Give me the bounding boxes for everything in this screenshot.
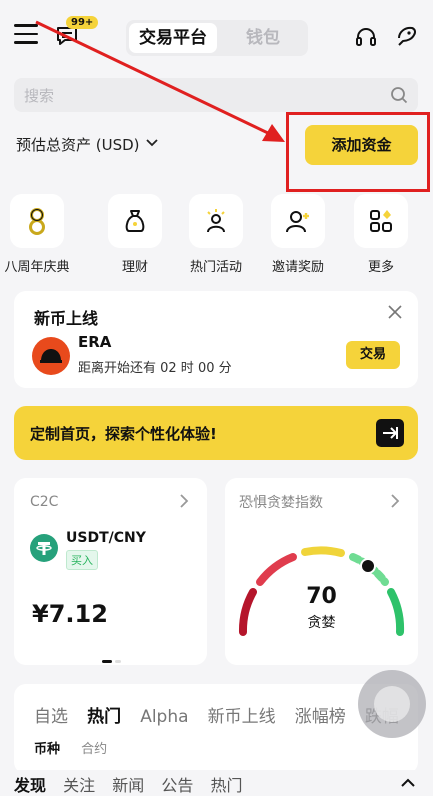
search-input[interactable]: 搜索 <box>24 85 54 106</box>
fear-greed-title: 恐惧贪婪指数 <box>239 495 323 511</box>
quick-action-label: 更多 <box>367 260 394 275</box>
quick-action-label: 理财 <box>121 260 148 275</box>
c2c-card[interactable]: C2C USDT/CNY 买入 ¥7.12 <box>14 478 207 665</box>
quick-action-finance[interactable]: 理财 <box>100 194 170 275</box>
profile-icon[interactable] <box>395 24 419 48</box>
highlight-box <box>286 112 430 192</box>
market-tabs: 自选 热门 Alpha 新币上线 涨幅榜 跌幅 <box>34 702 413 727</box>
menu-icon[interactable] <box>14 24 38 46</box>
chevron-down-icon[interactable] <box>146 138 158 148</box>
tab-favorites[interactable]: 自选 <box>34 707 68 727</box>
quick-action-invite[interactable]: 邀请奖励 <box>263 194 333 275</box>
sub-tab-coins[interactable]: 币种 <box>34 742 60 757</box>
era-logo-icon <box>32 337 70 375</box>
tab-following[interactable]: 关注 <box>63 776 95 795</box>
chevron-up-icon[interactable] <box>401 778 415 788</box>
market-card: 自选 热门 Alpha 新币上线 涨幅榜 跌幅 币种 合约 <box>14 684 418 774</box>
quick-action-hot-activity[interactable]: 热门活动 <box>181 194 251 275</box>
quick-action-more[interactable]: 更多 <box>346 194 416 275</box>
new-coin-card: 新币上线 ERA 距离开始还有 02 时 00 分 交易 <box>14 291 418 388</box>
customize-banner[interactable]: 定制首页，探索个性化体验! <box>14 406 418 460</box>
feed-tab-bar: 发现 关注 新闻 公告 热门 <box>0 770 433 796</box>
new-coin-title: 新币上线 <box>34 309 99 328</box>
carousel-indicator <box>102 648 124 667</box>
quick-action-anniversary[interactable]: 八周年庆典 <box>2 194 72 275</box>
top-header: 99+ 交易平台 钱包 <box>0 0 433 76</box>
notification-badge: 99+ <box>66 16 99 29</box>
fear-greed-value: 70 <box>306 584 337 609</box>
c2c-price: ¥7.12 <box>32 600 108 628</box>
floating-assistive-button[interactable] <box>358 670 426 738</box>
search-icon[interactable] <box>390 86 408 104</box>
grid-more-icon <box>370 210 392 232</box>
money-bag-icon <box>125 210 145 232</box>
trade-button[interactable]: 交易 <box>346 341 400 369</box>
close-icon[interactable] <box>388 305 402 319</box>
tab-gainers[interactable]: 涨幅榜 <box>295 707 346 727</box>
tab-hot[interactable]: 热门 <box>87 707 121 727</box>
fear-greed-card[interactable]: 恐惧贪婪指数 70 贪婪 <box>225 478 418 665</box>
estimated-assets-label[interactable]: 预估总资产 (USD) <box>16 134 140 155</box>
market-sub-tabs: 币种 合约 <box>34 738 123 757</box>
banner-text: 定制首页，探索个性化体验! <box>30 425 217 443</box>
sub-tab-futures[interactable]: 合约 <box>81 742 107 757</box>
c2c-title: C2C <box>30 494 59 510</box>
tab-news[interactable]: 新闻 <box>112 776 144 795</box>
usdt-icon <box>30 534 58 562</box>
arrow-right-icon[interactable] <box>376 419 404 447</box>
tab-new-listings[interactable]: 新币上线 <box>208 707 276 727</box>
fear-greed-label: 贪婪 <box>307 615 336 631</box>
eight-anniversary-icon <box>29 208 45 235</box>
quick-action-label: 热门活动 <box>189 260 242 275</box>
message-icon[interactable] <box>56 26 78 46</box>
listing-countdown: 距离开始还有 02 时 00 分 <box>78 361 232 376</box>
chevron-right-icon[interactable] <box>180 494 189 508</box>
buy-badge: 买入 <box>66 550 98 570</box>
quick-action-label: 八周年庆典 <box>4 260 70 275</box>
coin-name: ERA <box>78 333 112 351</box>
hot-activity-icon <box>207 209 225 233</box>
tab-alpha[interactable]: Alpha <box>140 707 188 727</box>
tab-trending[interactable]: 热门 <box>210 776 242 795</box>
invite-user-icon <box>286 211 309 233</box>
trading-pair: USDT/CNY <box>66 530 146 546</box>
search-bar[interactable]: 搜索 <box>14 78 418 112</box>
tab-announcements[interactable]: 公告 <box>161 776 193 795</box>
tab-discover[interactable]: 发现 <box>14 776 46 795</box>
tab-wallet[interactable]: 钱包 <box>222 23 304 53</box>
tab-exchange[interactable]: 交易平台 <box>129 23 217 53</box>
quick-action-label: 邀请奖励 <box>271 260 324 275</box>
headset-icon[interactable] <box>355 26 377 48</box>
platform-switcher: 交易平台 钱包 <box>126 20 308 56</box>
chevron-right-icon[interactable] <box>391 494 400 508</box>
